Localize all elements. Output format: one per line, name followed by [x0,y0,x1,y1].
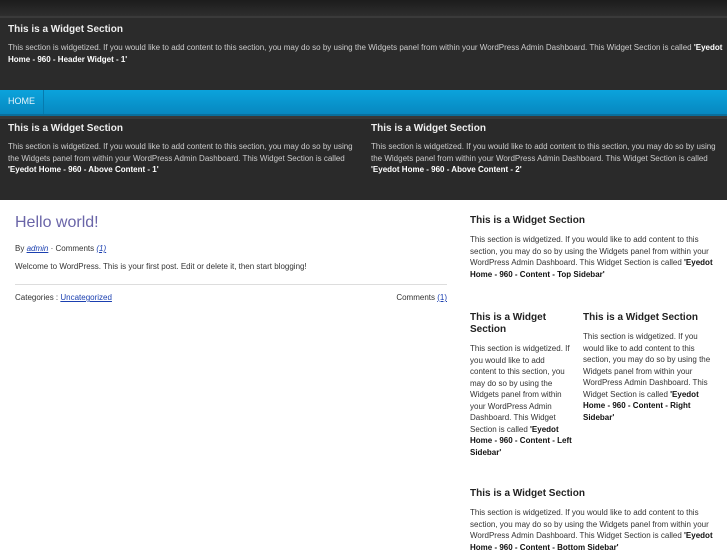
comments: Comments (1) [396,293,447,302]
author-link[interactable]: admin [27,244,49,253]
sidebar-bottom-widget: This is a Widget Section This section is… [470,488,722,553]
widget-title: This is a Widget Section [8,123,123,134]
widget-body: This section is widgetized. If you would… [583,331,719,423]
above-content-widget-1: This is a Widget Section This section is… [8,123,358,176]
comments-label: · Comments [48,244,97,253]
widget-title: This is a Widget Section [470,312,547,335]
category-link[interactable]: Uncategorized [60,293,112,302]
widget-body: This section is widgetized. If you would… [470,507,722,553]
widget-text: This section is widgetized. If you would… [470,508,709,540]
post-meta: By admin · Comments (1) [15,244,447,253]
main-nav: HOME [0,90,727,116]
sidebar-top-widget: This is a Widget Section This section is… [470,215,720,280]
widget-name: 'Eyedot Home - 960 - Above Content - 1' [8,165,159,174]
widget-body: This section is widgetized. If you would… [8,141,358,176]
categories-label: Categories : [15,293,61,302]
header-widget: This is a Widget Section This section is… [8,24,723,65]
categories: Categories : Uncategorized [15,293,112,302]
widget-title: This is a Widget Section [583,312,698,323]
post-footer: Categories : Uncategorized Comments (1) [15,293,447,302]
header-widget-area: This is a Widget Section This section is… [0,18,727,90]
comments-link[interactable]: (1) [96,244,106,253]
widget-text: This section is widgetized. If you would… [470,235,709,267]
comments-footer-label: Comments [396,293,438,302]
post-title[interactable]: Hello world! [15,214,447,232]
widget-title: This is a Widget Section [470,488,585,499]
by-label: By [15,244,27,253]
widget-title: This is a Widget Section [8,24,123,35]
above-content-area: This is a Widget Section This section is… [0,116,727,200]
post: Hello world! By admin · Comments (1) Wel… [15,214,447,302]
widget-text: This section is widgetized. If you would… [470,344,570,434]
sidebar-right-widget: This is a Widget Section This section is… [583,312,719,423]
widget-text: This section is widgetized. If you would… [371,142,716,163]
comments-count-link[interactable]: (1) [437,293,447,302]
above-content-widget-2: This is a Widget Section This section is… [371,123,721,176]
widget-body: This section is widgetized. If you would… [470,343,572,458]
widget-body: This section is widgetized. If you would… [470,234,720,280]
post-excerpt: Welcome to WordPress. This is your first… [15,262,447,285]
nav-home[interactable]: HOME [0,90,44,114]
widget-title: This is a Widget Section [470,215,585,226]
widget-title: This is a Widget Section [371,123,486,134]
sidebar-left-widget: This is a Widget Section This section is… [470,312,572,458]
top-strip [0,0,727,18]
widget-name: 'Eyedot Home - 960 - Above Content - 2' [371,165,522,174]
widget-text: This section is widgetized. If you would… [8,142,353,163]
widget-text: This section is widgetized. If you would… [8,43,694,52]
widget-body: This section is widgetized. If you would… [371,141,721,176]
widget-body: This section is widgetized. If you would… [8,42,723,65]
